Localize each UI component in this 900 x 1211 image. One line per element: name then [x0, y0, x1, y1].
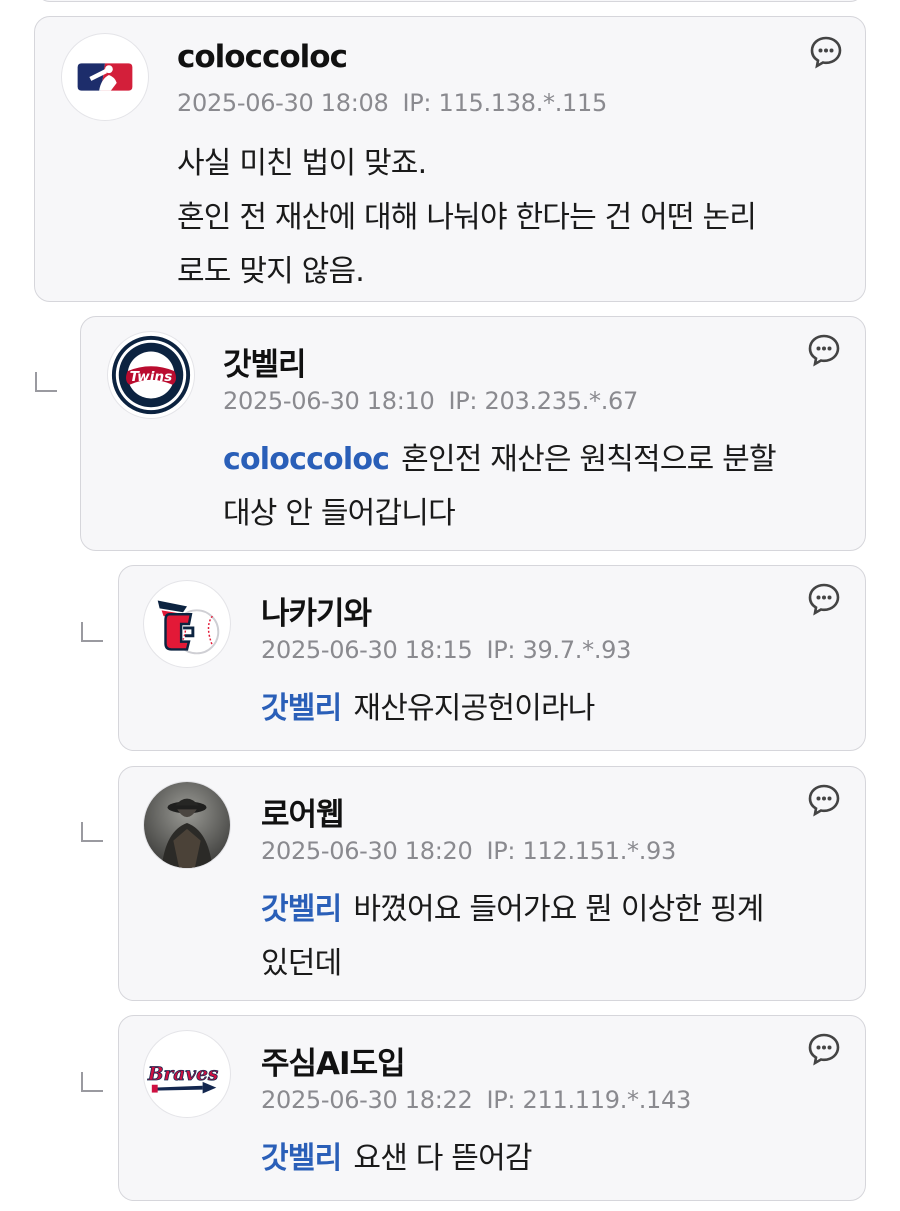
- comment-author[interactable]: 갓벨리: [223, 339, 307, 384]
- comment-line: 있던데: [261, 946, 342, 981]
- comment-date: 2025-06-30 18:22: [261, 1086, 473, 1114]
- comment-body: 갓벨리 바꼈어요 들어가요 뭔 이상한 핑계 있던데: [261, 883, 764, 991]
- comment-meta: 2025-06-30 18:10 IP: 203.235.*.67: [223, 387, 638, 415]
- mention-link[interactable]: 갓벨리: [261, 1141, 342, 1176]
- comment-meta: 2025-06-30 18:08 IP: 115.138.*.115: [177, 89, 607, 117]
- comment-line: 대상 안 들어갑니다: [223, 496, 456, 531]
- twins-logo-icon[interactable]: Twins: [107, 331, 195, 419]
- comment-ip: IP: 39.7.*.93: [486, 636, 632, 664]
- comment-body: coloccoloc 혼인전 재산은 원칙적으로 분할 대상 안 들어갑니다: [223, 433, 777, 541]
- reply-bubble-icon[interactable]: [807, 582, 841, 616]
- reply-indent-marker: [81, 1072, 103, 1092]
- comment-ip: IP: 112.151.*.93: [486, 837, 676, 865]
- comment-ip: IP: 203.235.*.67: [448, 387, 638, 415]
- reply-indent-marker: [81, 622, 103, 642]
- mention-link[interactable]: coloccoloc: [223, 442, 390, 477]
- reply-bubble-icon[interactable]: [807, 783, 841, 817]
- comment-line: 로도 맞지 않음.: [177, 254, 365, 289]
- comment-author[interactable]: 나카기와: [261, 588, 372, 633]
- comment-card: Twins 갓벨리 2025-06-30 18:10 IP: 203.235.*.…: [80, 316, 866, 551]
- comment-author[interactable]: coloccoloc: [177, 39, 348, 75]
- comment-card: 나카기와 2025-06-30 18:15 IP: 39.7.*.93 갓벨리 재산…: [118, 565, 866, 751]
- comment-card: Braves 주심AI도입 2025-06-30 18:22 IP: 211.11…: [118, 1015, 866, 1201]
- comment-card: 로어웹 2025-06-30 18:20 IP: 112.151.*.93 갓벨리…: [118, 766, 866, 1001]
- comment-line: 요샌 다 뜯어감: [353, 1141, 532, 1176]
- guardians-logo-icon[interactable]: [143, 580, 231, 668]
- braves-logo-icon[interactable]: Braves: [143, 1030, 231, 1118]
- mention-link[interactable]: 갓벨리: [261, 892, 342, 927]
- svg-text:Braves: Braves: [147, 1064, 219, 1085]
- reply-indent-marker: [81, 822, 103, 842]
- comment-meta: 2025-06-30 18:22 IP: 211.119.*.143: [261, 1086, 691, 1114]
- comment-meta: 2025-06-30 18:20 IP: 112.151.*.93: [261, 837, 676, 865]
- comment-line: 재산유지공헌이라나: [353, 691, 595, 726]
- comment-date: 2025-06-30 18:10: [223, 387, 435, 415]
- comment-card: coloccoloc 2025-06-30 18:08 IP: 115.138.*…: [34, 16, 866, 302]
- comment-thread: coloccoloc 2025-06-30 18:08 IP: 115.138.*…: [0, 0, 900, 1211]
- comment-line: 사실 미친 법이 맞죠.: [177, 146, 427, 181]
- reply-indent-marker: [35, 372, 57, 392]
- comment-body: 사실 미친 법이 맞죠. 혼인 전 재산에 대해 나눠야 한다는 건 어떤 논리…: [177, 137, 757, 299]
- comment-line: 혼인 전 재산에 대해 나눠야 한다는 건 어떤 논리: [177, 200, 757, 235]
- comment-body: 갓벨리 재산유지공헌이라나: [261, 682, 595, 736]
- comment-date: 2025-06-30 18:20: [261, 837, 473, 865]
- profile-photo-icon[interactable]: [143, 781, 231, 869]
- comment-date: 2025-06-30 18:08: [177, 89, 389, 117]
- comment-author[interactable]: 주심AI도입: [261, 1038, 406, 1083]
- previous-comment-edge: [36, 0, 864, 2]
- reply-bubble-icon[interactable]: [807, 1032, 841, 1066]
- reply-bubble-icon[interactable]: [809, 35, 843, 69]
- comment-line: 바꼈어요 들어가요 뭔 이상한 핑계: [353, 892, 764, 927]
- comment-line: 혼인전 재산은 원칙적으로 분할: [401, 442, 776, 477]
- comment-date: 2025-06-30 18:15: [261, 636, 473, 664]
- reply-bubble-icon[interactable]: [807, 333, 841, 367]
- comment-ip: IP: 211.119.*.143: [486, 1086, 691, 1114]
- comment-author[interactable]: 로어웹: [261, 789, 345, 834]
- comment-ip: IP: 115.138.*.115: [402, 89, 607, 117]
- mlb-logo-icon[interactable]: [61, 33, 149, 121]
- comment-meta: 2025-06-30 18:15 IP: 39.7.*.93: [261, 636, 631, 664]
- svg-text:Twins: Twins: [130, 369, 173, 385]
- comment-body: 갓벨리 요샌 다 뜯어감: [261, 1132, 532, 1186]
- mention-link[interactable]: 갓벨리: [261, 691, 342, 726]
